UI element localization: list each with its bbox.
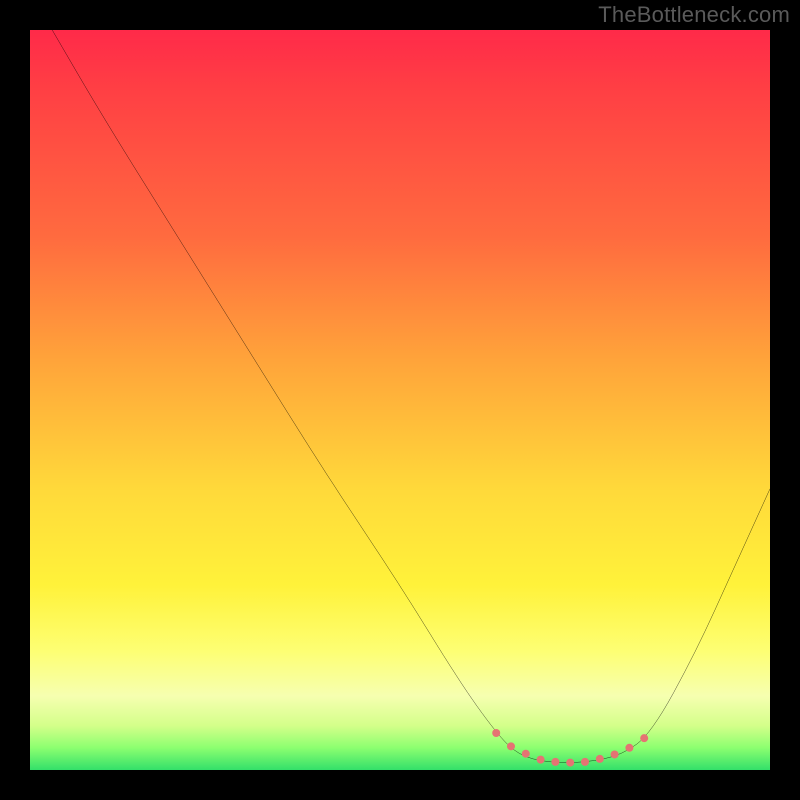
valley-marker-dot (596, 755, 604, 763)
valley-marker-dot (625, 744, 633, 752)
valley-marker-dot (492, 729, 500, 737)
valley-marker-dot (640, 734, 648, 742)
valley-marker-dot (522, 750, 530, 758)
valley-marker-group (492, 729, 648, 767)
watermark-text: TheBottleneck.com (598, 2, 790, 28)
valley-marker-dot (537, 756, 545, 764)
bottleneck-curve-line (52, 30, 770, 763)
plot-area (30, 30, 770, 770)
valley-marker-dot (611, 750, 619, 758)
chart-svg (30, 30, 770, 770)
valley-marker-dot (566, 759, 574, 767)
valley-marker-dot (507, 742, 515, 750)
chart-container: TheBottleneck.com (0, 0, 800, 800)
valley-marker-dot (551, 758, 559, 766)
valley-marker-dot (581, 758, 589, 766)
